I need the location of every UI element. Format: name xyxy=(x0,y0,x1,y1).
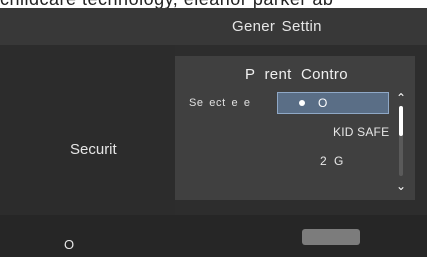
radio-dot-icon xyxy=(299,100,305,106)
chevron-down-icon[interactable]: ⌄ xyxy=(394,180,408,192)
sidebar: Securit xyxy=(0,45,175,215)
chevron-up-icon[interactable]: ⌃ xyxy=(394,92,408,104)
sidebar-item-security[interactable]: Securit xyxy=(70,141,117,158)
top-banner: childcare technology, eleanor parker ab xyxy=(0,0,427,8)
option-2[interactable]: 2 G xyxy=(320,154,343,168)
scrollbar-thumb[interactable] xyxy=(399,106,403,136)
footer-button[interactable] xyxy=(302,229,360,245)
selected-option-radio[interactable]: O xyxy=(277,92,389,114)
select-level-label: Se ect e e xyxy=(189,97,251,109)
banner-text: childcare technology, eleanor parker ab xyxy=(0,0,427,8)
header-bar: Gener Settin xyxy=(0,8,427,45)
parental-control-dialog: P rent Contro Se ect e e O KID SAFE 2 G … xyxy=(175,56,415,200)
page-title: Gener Settin xyxy=(232,18,322,35)
footer-bar: O xyxy=(0,215,427,257)
selected-option-label: O xyxy=(318,96,328,110)
footer-ok-label[interactable]: O xyxy=(64,237,74,252)
option-kid-safe[interactable]: KID SAFE xyxy=(333,125,389,139)
dialog-title: P rent Contro xyxy=(245,66,348,83)
